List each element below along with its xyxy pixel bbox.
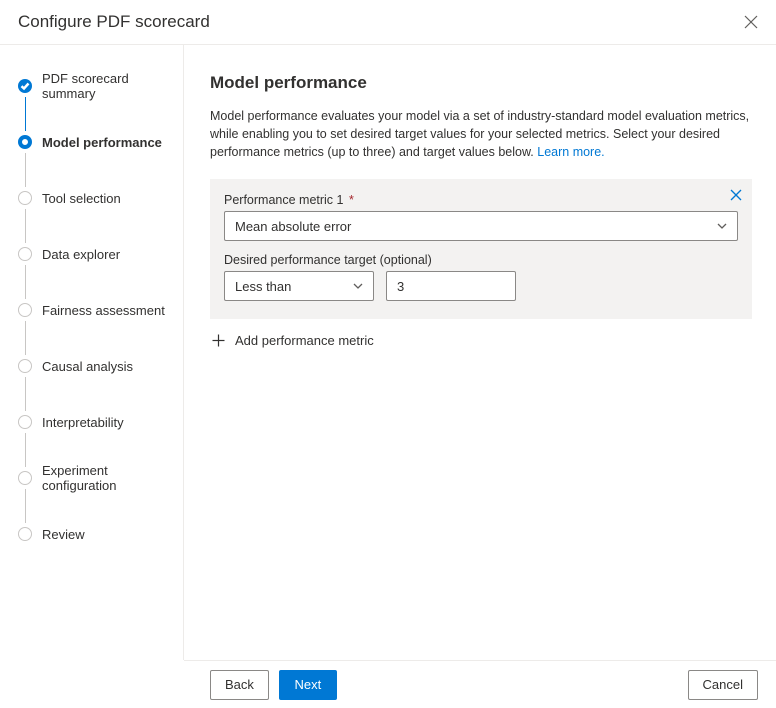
step-indicator-upcoming [18,303,32,317]
step-tool-selection[interactable]: Tool selection [18,187,183,209]
step-label: Review [42,527,85,542]
required-asterisk: * [345,193,353,207]
cancel-button[interactable]: Cancel [688,670,758,700]
step-connector [25,377,26,411]
step-interpretability[interactable]: Interpretability [18,411,183,433]
step-label: Interpretability [42,415,124,430]
step-connector [25,209,26,243]
description-text: Model performance evaluates your model v… [210,109,749,159]
step-connector [25,489,26,523]
add-metric-label: Add performance metric [235,333,374,348]
step-indicator-upcoming [18,415,32,429]
step-indicator-upcoming [18,471,32,485]
step-label: Data explorer [42,247,120,262]
step-label: Experiment configuration [42,463,183,493]
chevron-down-icon [353,281,363,291]
step-review[interactable]: Review [18,523,183,545]
metric-select-label: Performance metric 1 * [224,193,738,207]
dialog-header: Configure PDF scorecard [0,0,776,45]
wizard-footer: Back Next Cancel [184,660,776,708]
step-connector [25,433,26,467]
step-pdf-scorecard-summary[interactable]: PDF scorecard summary [18,75,183,97]
step-label: Fairness assessment [42,303,165,318]
page-title: Model performance [210,73,752,93]
step-model-performance[interactable]: Model performance [18,131,183,153]
target-value-input[interactable] [386,271,516,301]
step-experiment-configuration[interactable]: Experiment configuration [18,467,183,489]
step-label: Tool selection [42,191,121,206]
select-value: Mean absolute error [235,219,351,234]
step-fairness-assessment[interactable]: Fairness assessment [18,299,183,321]
step-indicator-completed [18,79,32,93]
target-comparator-select[interactable]: Less than [224,271,374,301]
chevron-down-icon [717,221,727,231]
main-content: Model performance Model performance eval… [184,45,776,660]
select-value: Less than [235,279,291,294]
learn-more-link[interactable]: Learn more. [537,145,604,159]
step-data-explorer[interactable]: Data explorer [18,243,183,265]
performance-metric-card: Performance metric 1 * Mean absolute err… [210,179,752,319]
step-indicator-current [18,135,32,149]
step-indicator-upcoming [18,191,32,205]
page-description: Model performance evaluates your model v… [210,107,752,161]
step-connector [25,97,26,131]
close-icon[interactable] [744,15,758,29]
add-performance-metric-button[interactable]: Add performance metric [210,319,752,362]
remove-metric-icon[interactable] [730,189,742,201]
step-label: Causal analysis [42,359,133,374]
step-label: PDF scorecard summary [42,71,183,101]
step-causal-analysis[interactable]: Causal analysis [18,355,183,377]
step-indicator-upcoming [18,527,32,541]
step-indicator-upcoming [18,359,32,373]
target-row: Less than [224,271,738,301]
dialog-title: Configure PDF scorecard [18,12,210,32]
target-label: Desired performance target (optional) [224,253,738,267]
wizard-steps-nav: PDF scorecard summary Model performance … [0,45,184,660]
step-indicator-upcoming [18,247,32,261]
back-button[interactable]: Back [210,670,269,700]
step-connector [25,265,26,299]
step-connector [25,153,26,187]
performance-metric-select[interactable]: Mean absolute error [224,211,738,241]
step-connector [25,321,26,355]
next-button[interactable]: Next [279,670,337,700]
step-label: Model performance [42,135,162,150]
plus-icon [212,334,225,347]
